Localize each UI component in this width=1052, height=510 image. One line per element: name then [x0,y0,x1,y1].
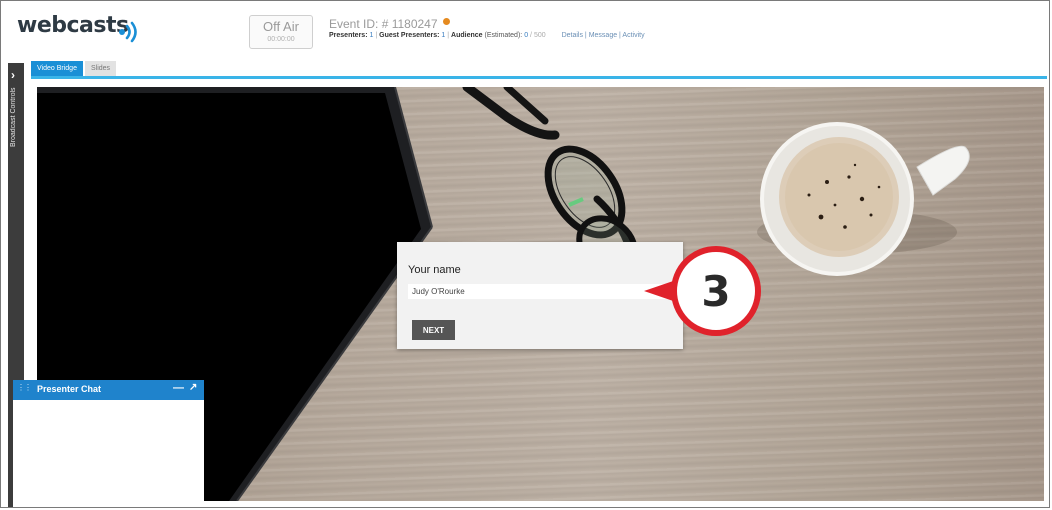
chevron-right-icon[interactable]: › [11,69,15,81]
tab-bar: Video Bridge Slides [31,61,117,76]
broadcast-controls-label: Broadcast Controls [10,87,17,147]
webcast-console: webcasts Off Air 00:00:00 Event ID: # 11… [0,0,1050,508]
your-name-input[interactable] [408,284,670,299]
event-links[interactable]: Details | Message | Activity [562,32,645,39]
status-timer: 00:00:00 [267,36,295,43]
broadcast-signal-icon [119,21,137,43]
tab-underline [31,76,1047,79]
presenter-chat-panel: ⋮⋮ Presenter Chat — ↗ [13,380,204,507]
event-stats: Presenters: 1 | Guest Presenters: 1 | Au… [329,32,645,39]
webcasts-logo: webcasts [17,13,129,38]
audience-count: 0 [524,32,529,39]
drag-handle-icon[interactable]: ⋮⋮ [17,384,32,392]
tab-slides[interactable]: Slides [84,61,117,76]
your-name-label: Your name [408,264,461,276]
guest-presenters-label: Guest Presenters: [379,32,440,39]
popout-icon[interactable]: ↗ [189,382,197,393]
audience-label: Audience [451,32,483,39]
step-number: 3 [701,267,731,316]
status-text: Off Air [263,19,299,34]
presenters-count: 1 [369,32,374,39]
presenter-chat-header[interactable]: ⋮⋮ Presenter Chat — ↗ [13,380,204,400]
broadcast-status-button[interactable]: Off Air 00:00:00 [249,15,313,49]
logo-text: webcasts [17,13,129,38]
warning-icon [442,18,450,25]
event-id: Event ID: # 1180247 [329,17,438,31]
event-info: Event ID: # 1180247 Presenters: 1 | Gues… [329,17,645,39]
audience-note: (Estimated): [484,32,523,39]
presenters-label: Presenters: [329,32,368,39]
presenter-chat-body[interactable] [13,400,204,507]
next-button[interactable]: NEXT [412,320,455,340]
audience-max: 500 [533,32,546,39]
tab-video-bridge[interactable]: Video Bridge [31,61,83,76]
event-id-line: Event ID: # 1180247 [329,17,645,31]
guest-presenters-count: 1 [441,32,446,39]
minimize-icon[interactable]: — [173,382,184,394]
presenter-chat-title: Presenter Chat [37,384,102,394]
